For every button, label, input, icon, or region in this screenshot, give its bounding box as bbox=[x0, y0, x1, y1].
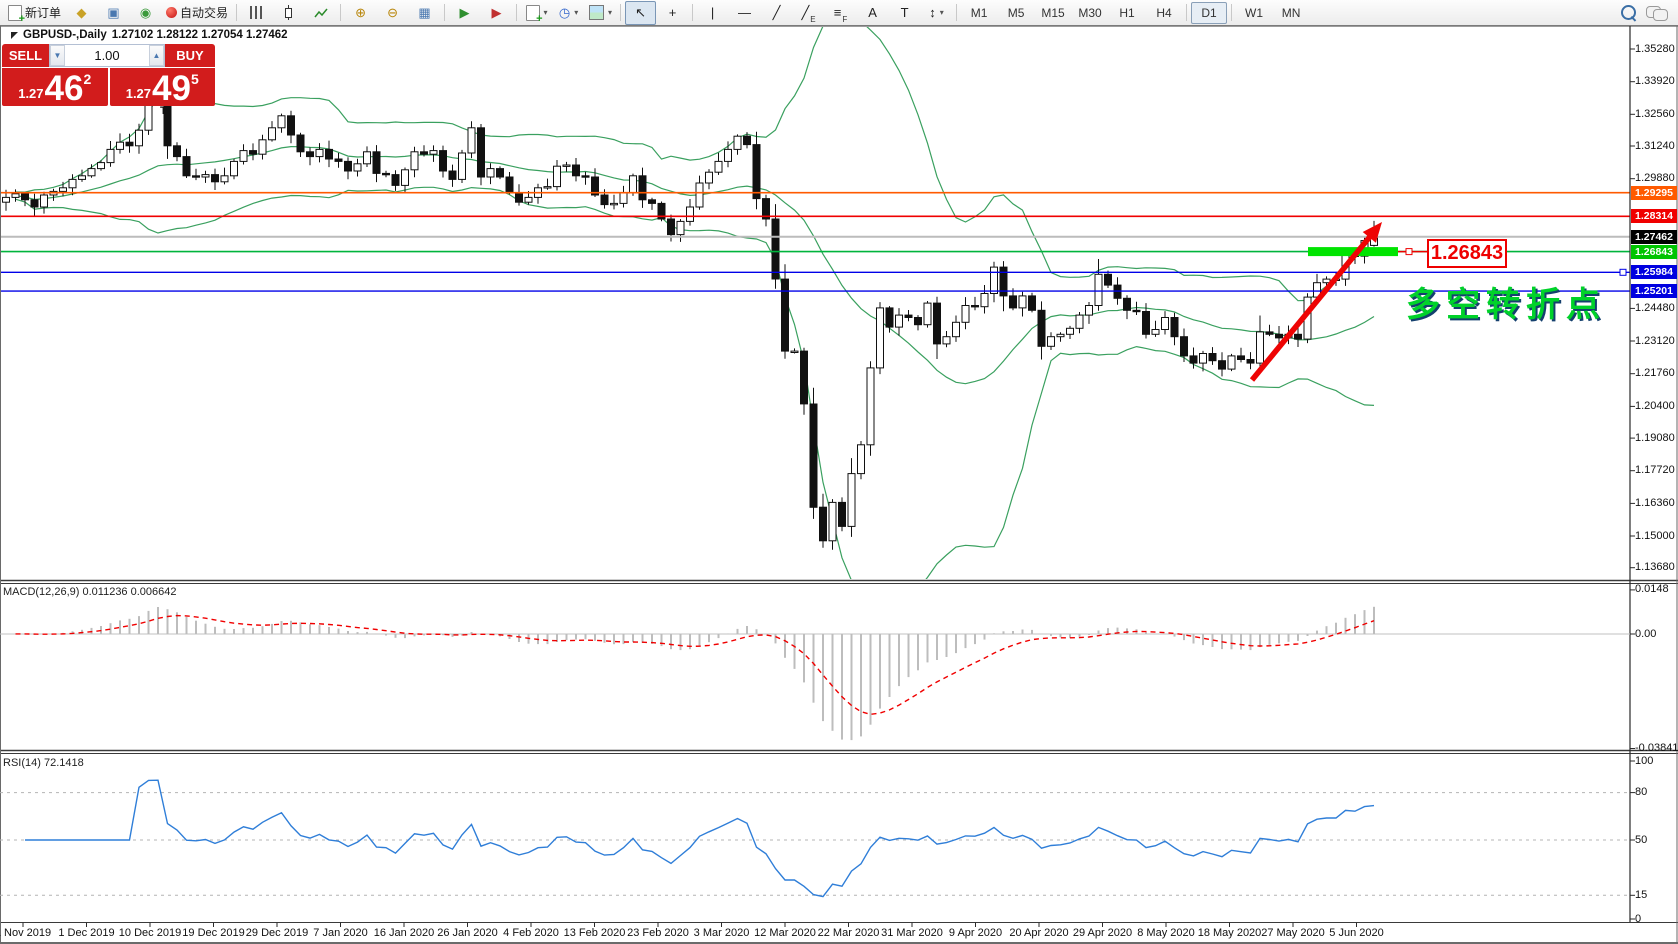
chart-title: GBPUSD-,Daily 1.27102 1.28122 1.27054 1.… bbox=[11, 29, 288, 41]
volume-up-button[interactable]: ▲ bbox=[149, 45, 164, 66]
buy-price-box[interactable]: 1.27 49 5 bbox=[109, 68, 215, 108]
sell-price-big: 46 bbox=[44, 69, 84, 108]
price-tick-label: 1.20400 bbox=[1635, 399, 1675, 412]
date-label: 10 Dec 2019 bbox=[118, 927, 182, 939]
mt4-window: + 新订单 ◆ ▣ ◉ 自动交易 ⊕ ⊖ ▦ ▶ ▶ + ▾ ◷ ▾ ▾ ↖ + | — ╱ ╱ E ≡ F A T ↕ ▾ M1 M5 M1… bbox=[0, 0, 1678, 944]
date-label: 19 Dec 2019 bbox=[182, 927, 245, 939]
volume-down-button[interactable]: ▼ bbox=[50, 45, 65, 66]
date-label: 16 Jan 2020 bbox=[373, 927, 435, 939]
date-label: 20 Apr 2020 bbox=[1009, 927, 1069, 939]
sell-button[interactable]: SELL bbox=[2, 44, 49, 67]
volume-control: ▼ 1.00 ▲ bbox=[49, 44, 165, 67]
candles bbox=[2, 83, 1378, 550]
buy-price-big: 49 bbox=[152, 69, 191, 108]
date-label: 12 Mar 2020 bbox=[754, 927, 816, 939]
rsi-axis-label: 0 bbox=[1635, 912, 1642, 925]
macd-axis-label: -0.038415 bbox=[1635, 741, 1678, 754]
date-label: 8 May 2020 bbox=[1137, 927, 1195, 939]
price-tick-label: 1.21760 bbox=[1635, 367, 1675, 380]
date-label: 3 Mar 2020 bbox=[693, 927, 750, 939]
line-handle[interactable] bbox=[1619, 268, 1627, 276]
date-label: 1 Nov 2019 bbox=[0, 927, 52, 939]
cn-note-text[interactable]: 多空转折点 bbox=[1406, 277, 1606, 326]
sell-price-small: 1.27 bbox=[18, 86, 44, 101]
price-tick-label: 1.16360 bbox=[1635, 496, 1675, 509]
price-tick-label: 1.29880 bbox=[1635, 172, 1675, 185]
rsi-axis-label: 15 bbox=[1635, 888, 1648, 901]
rsi-axis-label: 50 bbox=[1635, 833, 1648, 846]
macd-label: MACD(12,26,9) 0.011236 0.006642 bbox=[3, 586, 177, 598]
price-tick-label: 1.32560 bbox=[1635, 107, 1675, 120]
price-tag-1.28314: 1.28314 bbox=[1631, 209, 1677, 224]
bollinger-bands bbox=[15, 27, 1375, 579]
price-tag-1.25201: 1.25201 bbox=[1631, 284, 1677, 299]
chart-ohlc-values: 1.27102 1.28122 1.27054 1.27462 bbox=[111, 29, 288, 41]
price-tick-label: 1.17720 bbox=[1635, 464, 1675, 477]
price-tag-1.25984: 1.25984 bbox=[1631, 265, 1677, 280]
rsi-line bbox=[25, 779, 1375, 898]
date-label: 23 Feb 2020 bbox=[627, 927, 689, 939]
price-tick-label: 1.33920 bbox=[1635, 75, 1675, 88]
volume-input[interactable]: 1.00 bbox=[65, 45, 149, 66]
chart-symbol-period: GBPUSD-,Daily bbox=[23, 29, 107, 41]
one-click-trading-panel: SELL ▼ 1.00 ▲ BUY 1.27 46 2 1.27 49 5 bbox=[2, 44, 215, 106]
date-label: 5 Jun 2020 bbox=[1329, 927, 1384, 939]
price-tick-label: 1.35280 bbox=[1635, 42, 1675, 55]
rsi-label: RSI(14) 72.1418 bbox=[3, 757, 84, 769]
date-label: 7 Jan 2020 bbox=[313, 927, 368, 939]
price-tick-label: 1.13680 bbox=[1635, 561, 1675, 574]
price-tick-label: 1.23120 bbox=[1635, 334, 1675, 347]
date-label: 26 Jan 2020 bbox=[437, 927, 498, 939]
price-tick-label: 1.24480 bbox=[1635, 301, 1675, 314]
buy-button[interactable]: BUY bbox=[165, 44, 215, 67]
price-tag-1.27462: 1.27462 bbox=[1631, 229, 1677, 244]
date-label: 1 Dec 2019 bbox=[58, 927, 115, 939]
chart-corner-icon bbox=[11, 31, 18, 39]
leader-handle[interactable] bbox=[1405, 248, 1413, 256]
price-tag-1.29295: 1.29295 bbox=[1631, 185, 1677, 200]
macd-axis-label: 0.0148 bbox=[1635, 583, 1669, 596]
buy-price-small: 1.27 bbox=[125, 86, 152, 101]
date-label: 13 Feb 2020 bbox=[563, 927, 626, 939]
price-tick-label: 1.31240 bbox=[1635, 139, 1675, 152]
sell-price-box[interactable]: 1.27 46 2 bbox=[2, 68, 108, 106]
price-tag-1.26843: 1.26843 bbox=[1631, 244, 1677, 259]
sell-price-sup: 2 bbox=[83, 71, 92, 87]
buy-price-sup: 5 bbox=[190, 71, 199, 87]
date-label: 31 Mar 2020 bbox=[881, 927, 943, 939]
date-label: 18 May 2020 bbox=[1197, 927, 1262, 939]
date-label: 29 Dec 2019 bbox=[245, 927, 309, 939]
price-chart-svg bbox=[0, 25, 1678, 944]
rsi-axis-label: 80 bbox=[1635, 786, 1648, 799]
price-tick-label: 1.15000 bbox=[1635, 529, 1675, 542]
price-tick-label: 1.19080 bbox=[1635, 431, 1675, 444]
date-label: 9 Apr 2020 bbox=[948, 927, 1003, 939]
macd-axis-label: 0.00 bbox=[1635, 627, 1657, 640]
macd-histogram bbox=[14, 606, 1375, 741]
level-annotation-box[interactable]: 1.26843 bbox=[1427, 239, 1507, 268]
chart-canvas[interactable]: GBPUSD-,Daily 1.27102 1.28122 1.27054 1.… bbox=[0, 0, 1678, 944]
date-label: 27 May 2020 bbox=[1261, 927, 1325, 939]
date-label: 29 Apr 2020 bbox=[1072, 927, 1133, 939]
date-label: 4 Feb 2020 bbox=[503, 927, 559, 939]
rsi-axis-label: 100 bbox=[1635, 754, 1654, 767]
date-label: 22 Mar 2020 bbox=[817, 927, 880, 939]
macd-signal-line bbox=[15, 614, 1375, 716]
